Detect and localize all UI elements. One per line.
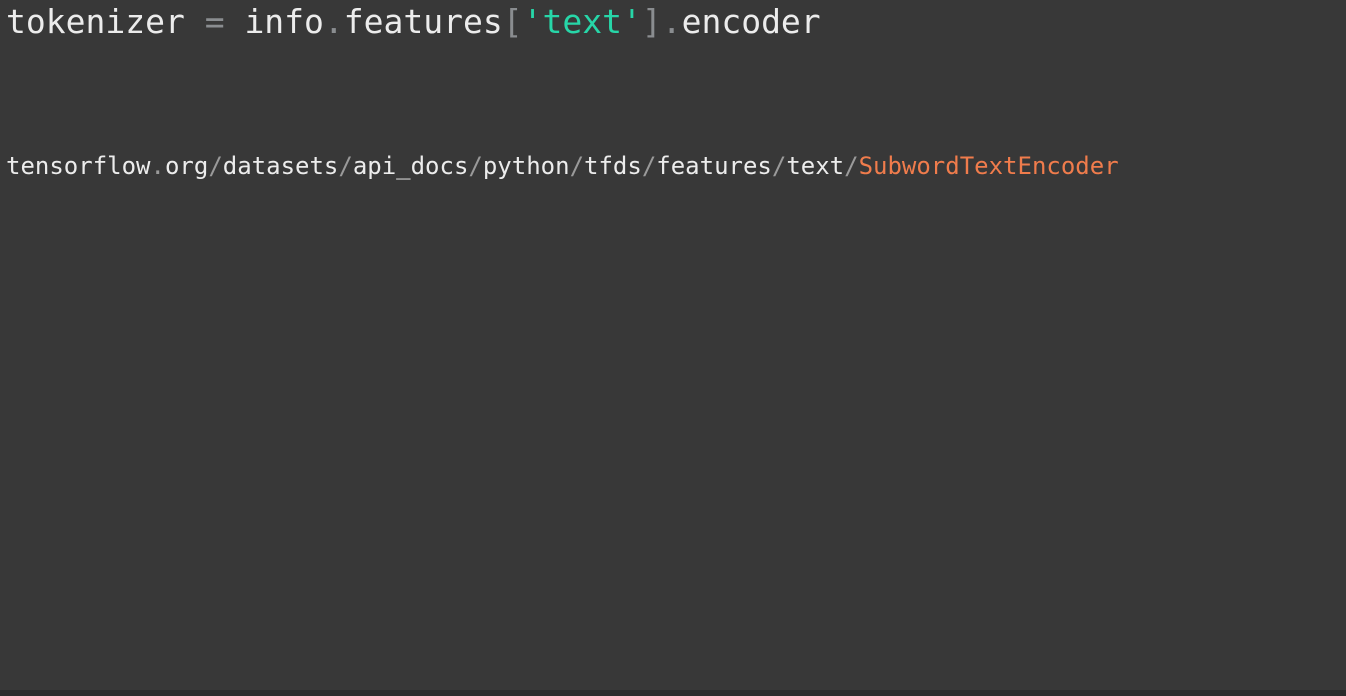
url-separator: . — [150, 152, 165, 180]
url-part: python — [482, 152, 570, 180]
code-object: info — [244, 2, 324, 41]
slide: tokenizer = info.features['text'].encode… — [0, 0, 1346, 696]
code-attribute: features — [343, 2, 503, 41]
url-part: datasets — [222, 152, 339, 180]
url-part: text — [786, 152, 845, 180]
url-separator: / — [569, 152, 585, 180]
url-highlight: SubwordTextEncoder — [858, 152, 1119, 180]
code-left-bracket: [ — [502, 2, 523, 41]
bottom-edge-bar — [0, 690, 1346, 696]
code-right-bracket: ] — [641, 2, 662, 41]
url-part: org — [164, 152, 209, 180]
url-part: features — [656, 152, 772, 180]
url-part: tensorflow — [6, 152, 151, 180]
url-link[interactable]: tensorflow.org/datasets/api_docs/python/… — [6, 150, 1119, 182]
code-method: encoder — [681, 2, 821, 41]
code-line: tokenizer = info.features['text'].encode… — [6, 2, 821, 42]
code-assign-operator: = — [204, 2, 225, 41]
url-separator: / — [771, 152, 787, 180]
url-separator: / — [338, 152, 353, 180]
code-variable: tokenizer — [6, 2, 185, 41]
code-dot: . — [661, 2, 682, 41]
url-part: tfds — [584, 152, 642, 180]
code-dot: . — [323, 2, 344, 41]
url-separator: / — [844, 152, 859, 180]
code-string: 'text' — [522, 2, 642, 41]
url-separator: / — [468, 152, 483, 180]
url-part: api_docs — [352, 152, 469, 180]
url-separator: / — [641, 152, 657, 180]
url-separator: / — [208, 152, 223, 180]
